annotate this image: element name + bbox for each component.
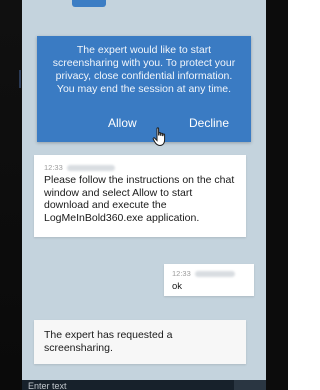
user-message: 12:33 ok	[164, 264, 254, 296]
send-button[interactable]	[234, 380, 266, 390]
allow-button[interactable]: Allow	[108, 116, 137, 130]
message-text: Please follow the instructions on the ch…	[44, 174, 235, 224]
chat-input[interactable]: Enter text	[28, 381, 67, 390]
message-time: 12:33	[172, 269, 191, 278]
message-time: 12:33	[44, 163, 63, 172]
message-meta: 12:33	[172, 269, 235, 278]
blurred-sender-name	[66, 164, 115, 171]
blurred-sender-name	[194, 270, 235, 277]
video-frame: The expert would like to start screensha…	[0, 0, 288, 390]
message-text: ok	[172, 281, 183, 292]
screenshare-request-dialog: The expert would like to start screensha…	[37, 36, 251, 142]
hand-pointer-icon	[152, 127, 166, 147]
message-meta: 12:33	[44, 163, 115, 172]
decline-button[interactable]: Decline	[189, 116, 229, 130]
left-dark-margin	[0, 0, 22, 390]
system-message: The expert has requested a screensharing…	[34, 320, 246, 364]
chat-input-bar: Enter text	[22, 380, 266, 390]
message-text: The expert has requested a screensharing…	[44, 329, 173, 354]
agent-message: 12:33 Please follow the instructions on …	[34, 155, 246, 237]
edge-mark	[19, 70, 21, 88]
dialog-message: The expert would like to start screensha…	[52, 44, 236, 95]
top-tab	[72, 0, 106, 7]
chat-panel: The expert would like to start screensha…	[22, 0, 266, 390]
